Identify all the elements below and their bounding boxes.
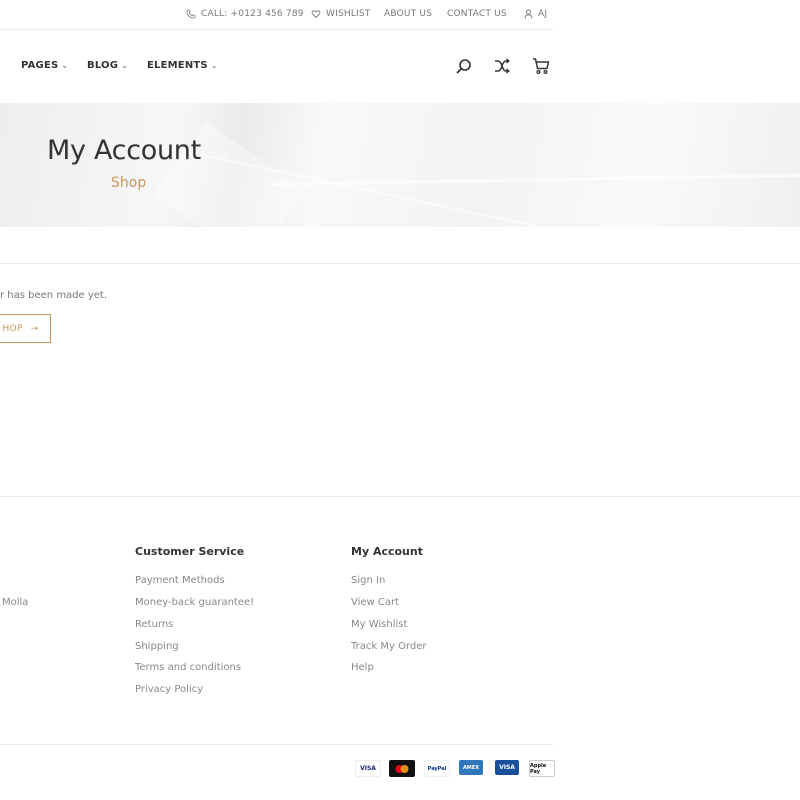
- page-subtitle: Shop: [111, 175, 147, 191]
- user-icon: [524, 9, 533, 19]
- chevron-down-icon: ⌄: [210, 61, 218, 70]
- go-shop-label: HOP: [2, 323, 23, 334]
- nav-pages-label: PAGES: [21, 60, 59, 71]
- footer-link[interactable]: Shipping: [135, 641, 179, 652]
- footer-link[interactable]: Sign In: [351, 575, 385, 586]
- visa-blue-icon: VISA: [495, 760, 519, 775]
- search-icon[interactable]: [455, 57, 473, 75]
- account-link[interactable]: AJ: [524, 9, 547, 19]
- shuffle-icon[interactable]: [493, 57, 511, 75]
- visa-icon: VISA: [355, 760, 381, 777]
- arrow-right-icon: →: [30, 323, 39, 334]
- footer-divider: [0, 496, 800, 497]
- footer-link[interactable]: My Wishlist: [351, 619, 407, 630]
- topbar-divider: [0, 29, 553, 30]
- about-label: ABOUT US: [384, 9, 433, 19]
- no-order-notice: r has been made yet.: [0, 290, 108, 301]
- payment-label: Apple Pay: [530, 762, 547, 775]
- contact-label: CONTACT US: [447, 9, 507, 19]
- footer-link[interactable]: Help: [351, 662, 374, 673]
- footer-link[interactable]: Terms and conditions: [135, 662, 241, 673]
- phone-icon: [186, 9, 196, 19]
- footer-link[interactable]: Returns: [135, 619, 173, 630]
- top-bar: CALL: +0123 456 789 WISHLIST ABOUT US CO…: [0, 0, 800, 30]
- chevron-down-icon: ⌄: [61, 61, 69, 70]
- footer-link[interactable]: Payment Methods: [135, 575, 225, 586]
- payment-label: VISA: [499, 764, 515, 771]
- wishlist-label: WISHLIST: [326, 9, 371, 19]
- chevron-down-icon: ⌄: [121, 61, 129, 70]
- account-label: AJ: [538, 9, 548, 19]
- content-divider: [0, 263, 800, 264]
- contact-link[interactable]: CONTACT US: [447, 9, 507, 19]
- go-shop-button[interactable]: HOP →: [0, 314, 51, 343]
- apple-pay-icon: Apple Pay: [529, 760, 555, 777]
- footer-heading-my-account: My Account: [351, 545, 423, 558]
- mastercard-icon: [389, 760, 415, 777]
- footer-link[interactable]: Track My Order: [351, 641, 427, 652]
- amex-icon: AMEX: [459, 760, 483, 775]
- cart-icon[interactable]: [532, 57, 550, 75]
- footer-heading-customer-service: Customer Service: [135, 545, 245, 558]
- footer-link[interactable]: Money-back guarantee!: [135, 597, 254, 608]
- payment-label: VISA: [360, 765, 376, 772]
- footer-about-text: Molla: [2, 597, 29, 608]
- paypal-icon: PayPal: [424, 760, 450, 777]
- wishlist-link[interactable]: WISHLIST: [311, 9, 371, 19]
- nav-blog[interactable]: BLOG ⌄: [87, 60, 128, 71]
- nav-elements-label: ELEMENTS: [147, 60, 208, 71]
- mastercard-logo: [395, 764, 409, 773]
- footer-bottom-divider: [0, 744, 553, 745]
- call-label: CALL: +0123 456 789: [201, 9, 304, 19]
- footer-link[interactable]: View Cart: [351, 597, 399, 608]
- page-title: My Account: [47, 135, 201, 166]
- payment-label: AMEX: [462, 764, 480, 771]
- payment-label: PayPal: [427, 765, 447, 772]
- call-link[interactable]: CALL: +0123 456 789: [186, 9, 304, 19]
- nav-blog-label: BLOG: [87, 60, 119, 71]
- heart-icon: [311, 10, 321, 19]
- nav-pages[interactable]: PAGES ⌄: [21, 60, 68, 71]
- nav-elements[interactable]: ELEMENTS ⌄: [147, 60, 218, 71]
- footer-link[interactable]: Privacy Policy: [135, 684, 203, 695]
- about-link[interactable]: ABOUT US: [384, 9, 432, 19]
